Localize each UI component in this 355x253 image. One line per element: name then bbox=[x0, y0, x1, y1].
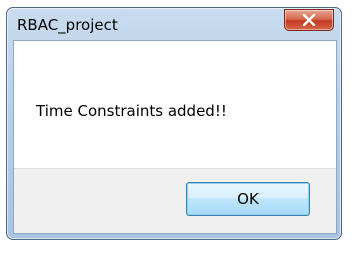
message-dialog-window: RBAC_project Time Constraints added!! OK bbox=[6, 7, 342, 240]
close-icon bbox=[302, 14, 316, 26]
button-bar: OK bbox=[14, 168, 336, 233]
title-bar[interactable]: RBAC_project bbox=[7, 8, 341, 38]
ok-button[interactable]: OK bbox=[186, 182, 310, 216]
dialog-message: Time Constraints added!! bbox=[36, 102, 227, 120]
dialog-content: Time Constraints added!! OK bbox=[13, 40, 337, 234]
window-title: RBAC_project bbox=[17, 16, 118, 34]
close-button[interactable] bbox=[284, 9, 334, 31]
